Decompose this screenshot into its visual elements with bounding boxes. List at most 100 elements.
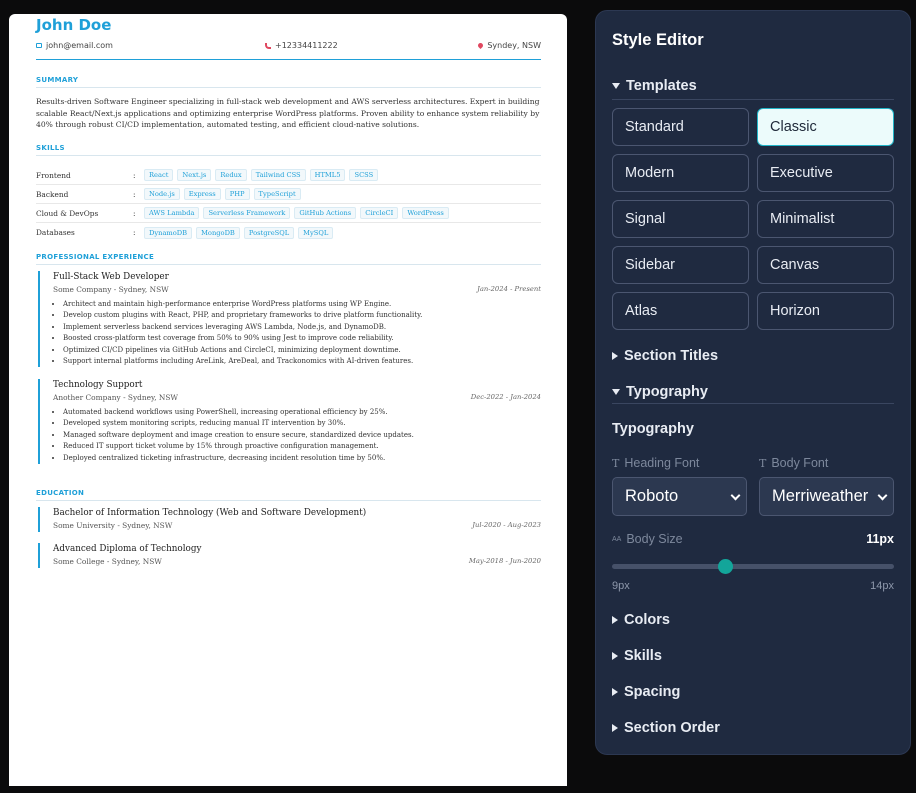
- skill-colon: :: [133, 189, 136, 199]
- skill-tag: PHP: [224, 188, 250, 200]
- skill-tag: DynamoDB: [144, 226, 193, 239]
- summary-text: Results-driven Software Engineer special…: [36, 97, 540, 129]
- phone-icon: [265, 42, 271, 49]
- skill-row: Databases: DynamoDB MongoDB PostgreSQL MySQL: [36, 223, 541, 242]
- bullet-item: Architect and maintain high-performance …: [63, 299, 541, 310]
- template-atlas-button[interactable]: Atlas: [612, 292, 749, 330]
- divider: [612, 403, 894, 404]
- editor-title: Style Editor: [612, 31, 704, 49]
- body-size-value: 11px: [866, 532, 894, 546]
- skill-tag: MongoDB: [196, 226, 240, 239]
- font-size-icon: AA: [612, 535, 622, 543]
- skill-category: Backend: [36, 189, 69, 199]
- location-text: Syndey, NSW: [487, 41, 541, 50]
- caret-right-icon: [612, 616, 618, 624]
- slider-min-label: 9px: [612, 580, 630, 592]
- skill-tag: CircleCI: [360, 207, 399, 219]
- skills-table: Frontend: React Next.js Redux Tailwind CSS HT…: [36, 166, 541, 242]
- accordion-typography[interactable]: Typography: [612, 384, 708, 400]
- caret-down-icon: [612, 389, 620, 395]
- bullet-item: Boosted cross-platform test coverage fro…: [63, 333, 541, 344]
- skill-tag: AWS Lambda: [144, 207, 200, 219]
- template-canvas-button[interactable]: Canvas: [757, 246, 894, 284]
- phone-text: +12334411222: [275, 41, 338, 50]
- education-entry: Advanced Diploma of Technology Some Colle…: [38, 543, 541, 568]
- accordion-section-titles-label: Section Titles: [624, 348, 719, 364]
- skill-category: Cloud & DevOps: [36, 208, 99, 218]
- school-text: Some University - Sydney, NSW: [53, 521, 173, 530]
- skill-tag: Tailwind CSS: [250, 169, 306, 181]
- accordion-templates-label: Templates: [626, 78, 697, 94]
- slider-thumb[interactable]: [717, 559, 733, 574]
- degree-title: Advanced Diploma of Technology: [53, 544, 202, 554]
- job-company-text: Some Company - Sydney, NSW: [53, 285, 169, 294]
- skill-tag: Next.js: [177, 169, 212, 181]
- contact-bar: john@email.com +12334411222 Syndey, NSW: [36, 41, 541, 53]
- section-title-education: EDUCATION: [36, 489, 541, 501]
- template-modern-button[interactable]: Modern: [612, 154, 749, 192]
- typography-heading: Typography: [612, 421, 694, 437]
- accordion-templates[interactable]: Templates: [612, 78, 697, 94]
- template-signal-button[interactable]: Signal: [612, 200, 749, 238]
- email-text: john@email.com: [46, 41, 113, 50]
- bullet-item: Implement serverless backend services le…: [63, 322, 541, 333]
- bullet-item: Optimized CI/CD pipelines via GitHub Act…: [63, 345, 541, 356]
- bullet-item: Automated backend workflows using PowerS…: [63, 407, 541, 418]
- body-font-value: Merriweather: [772, 487, 869, 505]
- skill-tag: Redux: [215, 169, 247, 181]
- education-entry: Bachelor of Information Technology (Web …: [38, 507, 541, 532]
- accordion-spacing[interactable]: Spacing: [612, 684, 680, 700]
- template-sidebar-button[interactable]: Sidebar: [612, 246, 749, 284]
- template-horizon-button[interactable]: Horizon: [757, 292, 894, 330]
- section-title-summary: SUMMARY: [36, 76, 541, 88]
- accordion-colors[interactable]: Colors: [612, 612, 670, 628]
- heading-font-value: Roboto: [625, 487, 679, 505]
- contact-phone: +12334411222: [265, 41, 338, 50]
- skill-row: Cloud & DevOps: AWS Lambda Serverless Fram…: [36, 204, 541, 223]
- bullet-item: Reduced IT support ticket volume by 15% …: [63, 441, 541, 452]
- heading-font-label-text: Heading Font: [624, 456, 700, 470]
- skill-tags: React Next.js Redux Tailwind CSS HTML5 SCSS: [144, 169, 379, 181]
- body-size-slider[interactable]: [612, 559, 894, 574]
- skill-tags: Node.js Express PHP TypeScript: [144, 188, 301, 200]
- body-font-label-text: Body Font: [771, 456, 829, 470]
- caret-down-icon: [612, 83, 620, 89]
- template-standard-button[interactable]: Standard: [612, 108, 749, 146]
- accordion-skills-label: Skills: [624, 648, 662, 664]
- skill-tag: Express: [183, 188, 221, 200]
- skill-tag: HTML5: [309, 169, 346, 181]
- job-title: Full-Stack Web Developer: [53, 272, 169, 282]
- skill-row: Backend: Node.js Express PHP TypeScript: [36, 185, 541, 204]
- skill-tag: Serverless Framework: [203, 207, 291, 219]
- skill-tags: AWS Lambda Serverless Framework GitHub Act…: [144, 207, 449, 219]
- accordion-skills[interactable]: Skills: [612, 648, 662, 664]
- contact-location: Syndey, NSW: [477, 41, 541, 50]
- education-dates: Jul-2020 - Aug-2023: [472, 521, 541, 529]
- accordion-section-order-label: Section Order: [624, 720, 720, 736]
- skill-tags: DynamoDB MongoDB PostgreSQL MySQL: [144, 226, 334, 239]
- skill-row: Frontend: React Next.js Redux Tailwind CSS HT…: [36, 166, 541, 185]
- accordion-section-order[interactable]: Section Order: [612, 720, 720, 736]
- skill-tag: PostgreSQL: [243, 226, 295, 239]
- template-classic-button[interactable]: Classic: [757, 108, 894, 146]
- heading-font-select[interactable]: Roboto: [612, 477, 747, 516]
- bullet-item: Support internal platforms including Are…: [63, 356, 541, 367]
- school-line: Some University - Sydney, NSW Jul-2020 - …: [53, 519, 541, 532]
- accordion-spacing-label: Spacing: [624, 684, 681, 700]
- bullet-item: Develop custom plugins with React, PHP, …: [63, 310, 541, 321]
- resume-preview: John Doe john@email.com +12334411222 Syn…: [9, 14, 567, 786]
- skill-tag: GitHub Actions: [294, 207, 357, 219]
- accordion-section-titles[interactable]: Section Titles: [612, 348, 718, 364]
- bullet-item: Deployed centralized ticketing infrastru…: [63, 453, 541, 464]
- body-font-select[interactable]: Merriweather: [759, 477, 894, 516]
- divider: [612, 99, 894, 100]
- skill-tag: Node.js: [144, 188, 180, 200]
- template-minimalist-button[interactable]: Minimalist: [757, 200, 894, 238]
- text-icon: T: [759, 456, 767, 470]
- heading-font-label: T Heading Font: [612, 456, 699, 470]
- accordion-typography-label: Typography: [626, 384, 708, 400]
- body-size-label: AA Body Size: [612, 532, 683, 546]
- education-dates: May-2018 - Jun-2020: [468, 557, 541, 565]
- template-executive-button[interactable]: Executive: [757, 154, 894, 192]
- skill-colon: :: [133, 228, 136, 237]
